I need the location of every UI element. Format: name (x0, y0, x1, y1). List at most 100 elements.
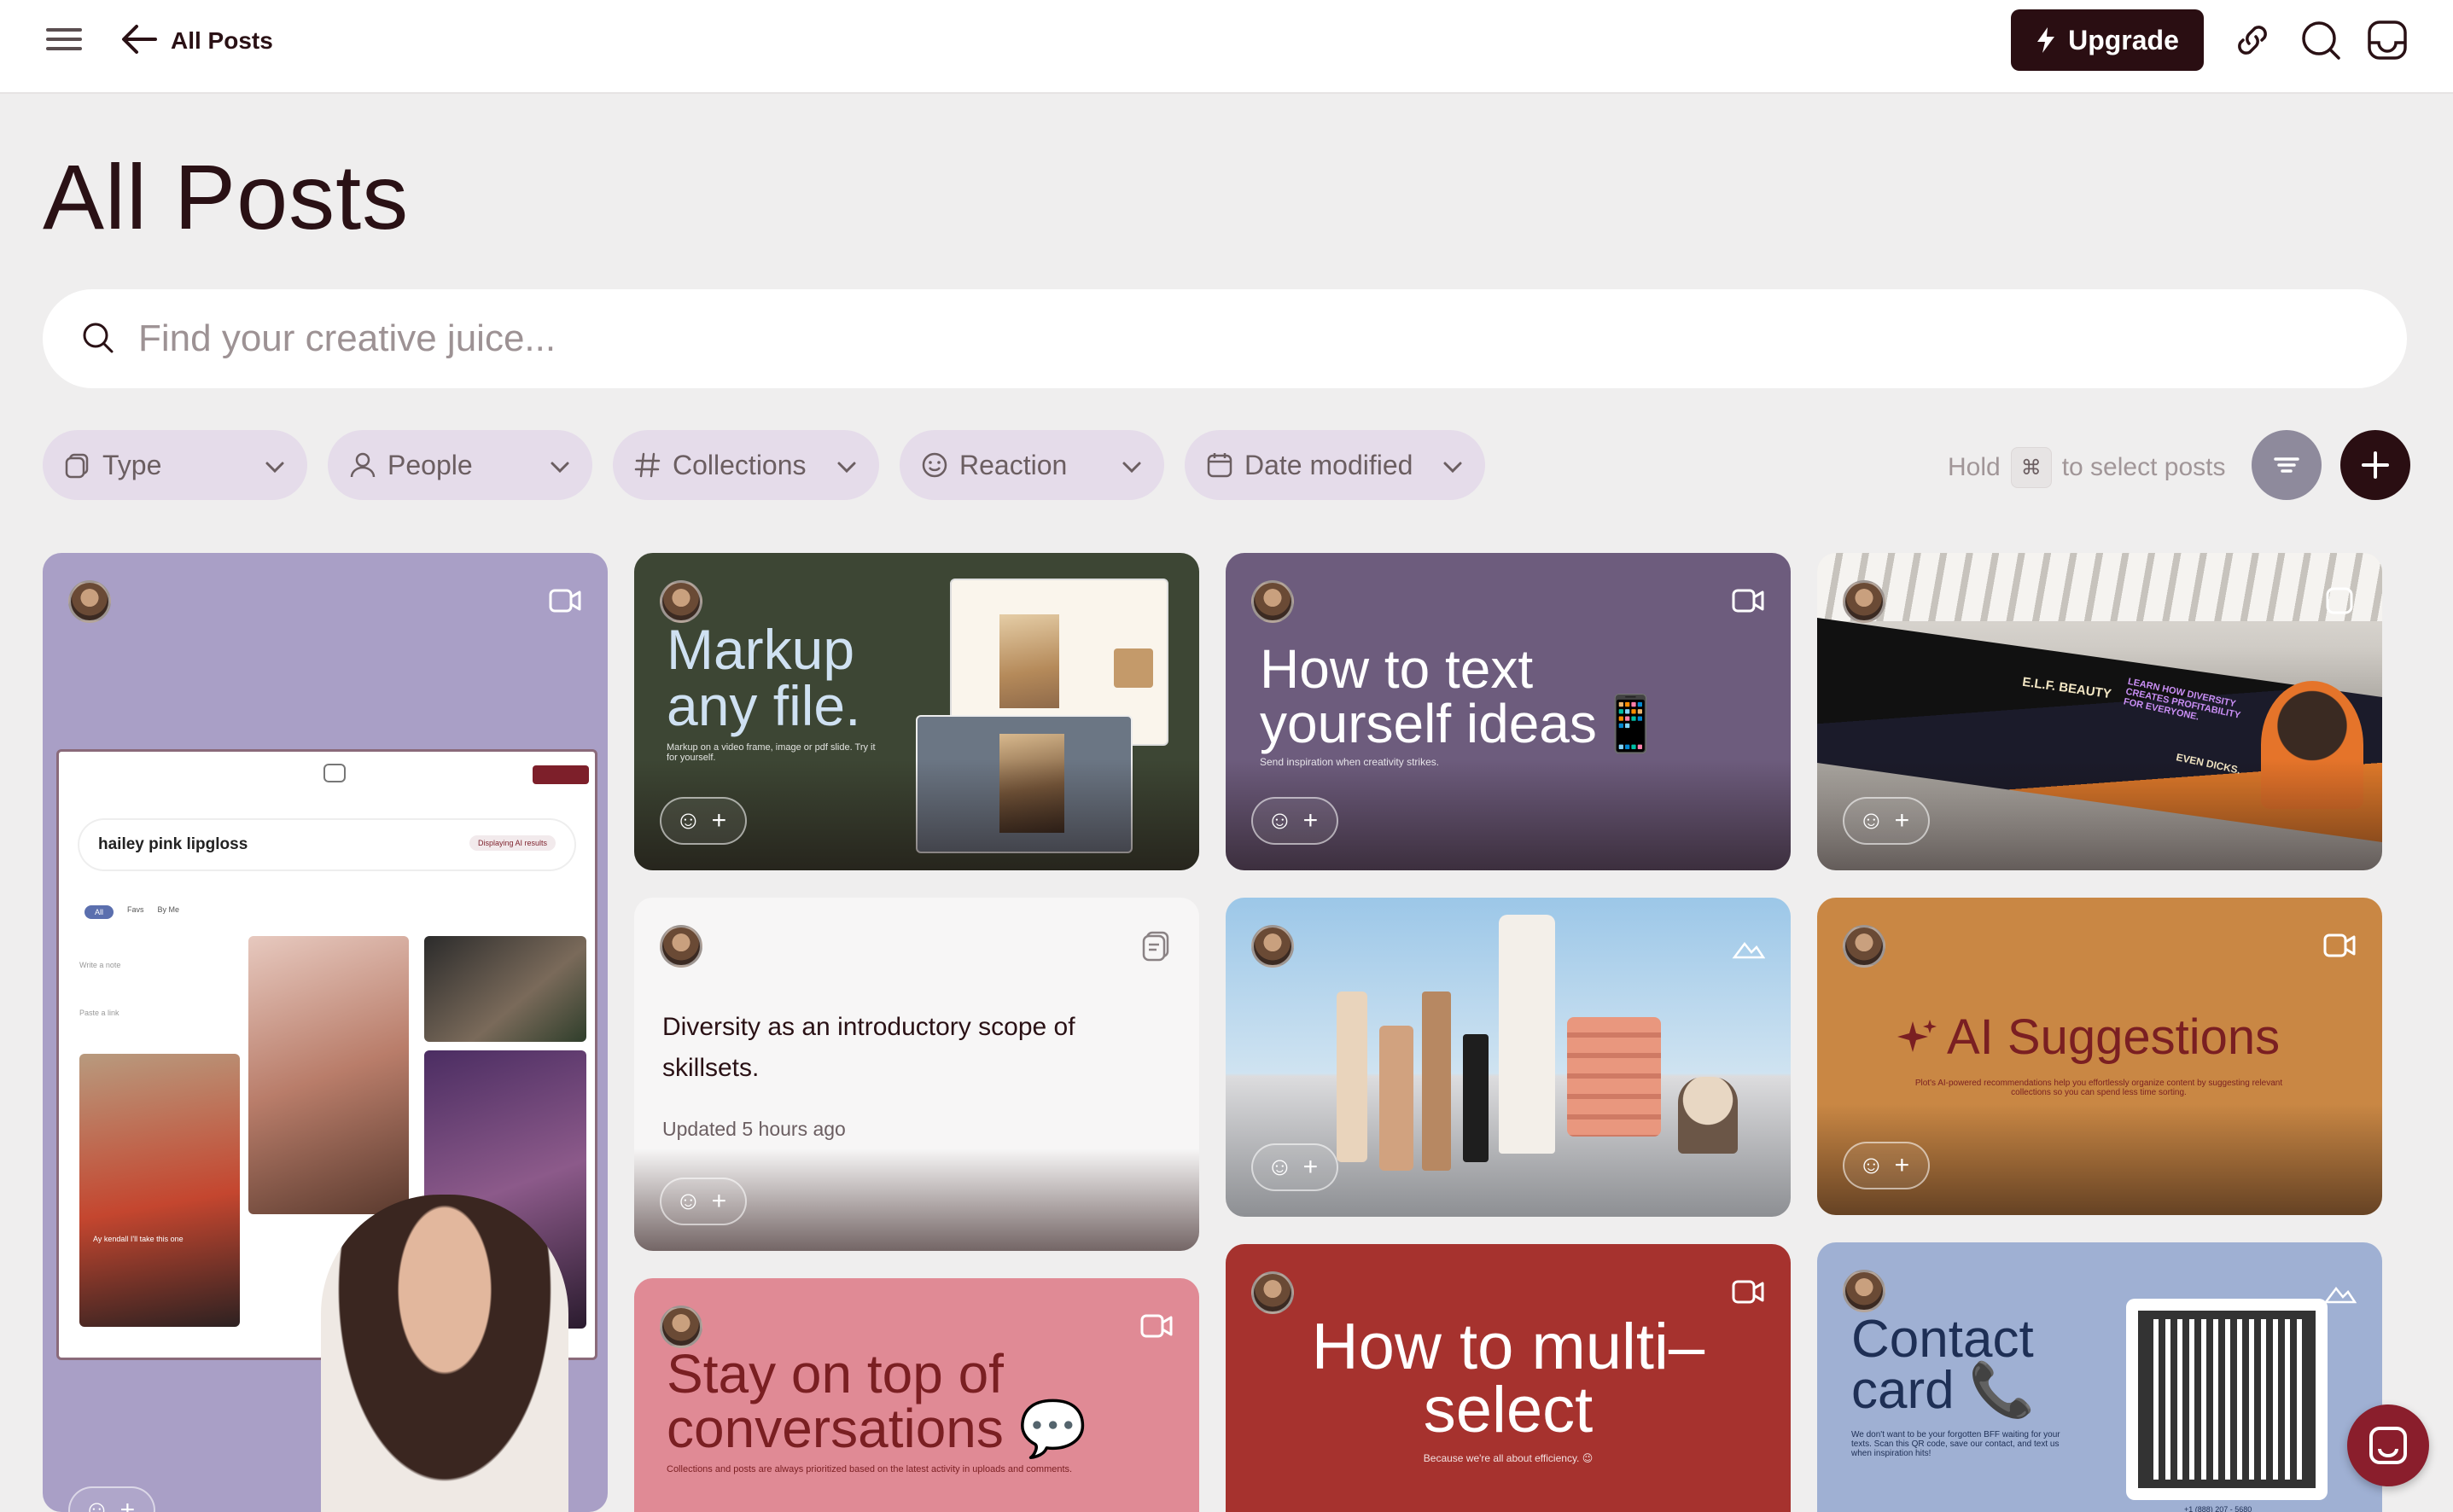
post-card-text-yourself[interactable]: How to text yourself ideas📱 Send inspira… (1226, 553, 1791, 870)
search-icon[interactable] (2299, 19, 2342, 61)
mini-tab-favs: Favs (127, 905, 144, 914)
post-card-multiselect[interactable]: How to multi–select Because we're all ab… (1226, 1244, 1791, 1512)
reaction-plus: + (711, 1187, 727, 1215)
card-title: Contact card 📞 (1851, 1310, 2036, 1420)
hash-icon (633, 451, 662, 480)
add-post-button[interactable] (2340, 430, 2410, 500)
note-text: Diversity as an introductory scope of sk… (662, 1013, 1075, 1082)
card-subtitle: Because we're all about efficiency. 😉 (1423, 1452, 1594, 1464)
smile-icon: ☺ (1858, 1151, 1885, 1179)
search-bar[interactable] (43, 289, 2407, 388)
post-card-ai-suggestions[interactable]: AI Suggestions Plot's AI-powered recomme… (1817, 898, 2382, 1215)
reaction-button[interactable]: ☺ + (660, 1178, 747, 1225)
smile-icon: ☺ (1267, 1153, 1293, 1181)
command-key: ⌘ (2010, 447, 2052, 488)
thumbnail-image (424, 936, 586, 1042)
post-card-billboard[interactable]: E.L.F. BEAUTY LEARN HOW DIVERSITY CREATE… (1817, 553, 2382, 870)
upgrade-button[interactable]: Upgrade (2011, 9, 2204, 71)
post-card-note[interactable]: Diversity as an introductory scope of sk… (634, 898, 1199, 1251)
top-bar: All Posts Upgrade (0, 0, 2453, 94)
post-card-contact[interactable]: Contact card 📞 We don't want to be your … (1817, 1242, 2382, 1512)
card-subtitle: We don't want to be your forgotten BFF w… (1851, 1430, 2060, 1458)
avatar (660, 1306, 702, 1348)
back-arrow-icon[interactable] (119, 22, 159, 56)
smile-icon: ☺ (1267, 806, 1293, 835)
avatar (1843, 580, 1885, 623)
search-icon (80, 320, 116, 356)
filter-collections[interactable]: Collections (613, 430, 879, 500)
filter-collections-label: Collections (673, 450, 807, 480)
reaction-plus: + (1894, 806, 1910, 835)
preview-thumbnail (1114, 648, 1153, 688)
chat-support-button[interactable] (2347, 1404, 2429, 1486)
filter-reaction-label: Reaction (959, 450, 1068, 480)
avatar (1251, 580, 1294, 623)
filter-type[interactable]: Type (43, 430, 307, 500)
sort-filter-button[interactable] (2252, 430, 2322, 500)
lipstick (1463, 1034, 1489, 1162)
avatar (68, 580, 111, 623)
contact-phone: +1 (888) 207 - 5680 (2184, 1505, 2252, 1512)
post-card-cosmetics[interactable]: ☺ + (1226, 898, 1791, 1217)
avatar (1843, 925, 1885, 968)
smile-icon: ☺ (1858, 806, 1885, 835)
video-icon (1731, 584, 1765, 618)
search-input[interactable] (138, 311, 2357, 366)
smile-icon: ☺ (84, 1496, 110, 1512)
post-card-video-search[interactable]: hailey pink lipgloss Displaying AI resul… (43, 553, 608, 1512)
qr-code (2126, 1299, 2328, 1500)
type-icon (63, 451, 92, 480)
menu-icon[interactable] (46, 26, 82, 52)
reaction-plus: + (711, 806, 727, 835)
chevron-down-icon (835, 454, 859, 478)
filter-reaction[interactable]: Reaction (900, 430, 1164, 500)
image-icon (2322, 584, 2357, 618)
post-card-markup[interactable]: Markup any file. Markup on a video frame… (634, 553, 1199, 870)
filter-icon (2274, 457, 2299, 473)
avatar (1251, 1271, 1294, 1314)
brush (1678, 1077, 1738, 1154)
hold-suffix: to select posts (2061, 453, 2226, 481)
ceiling-image (1817, 553, 2382, 621)
person-video-overlay (321, 1195, 568, 1512)
reaction-button[interactable]: ☺ + (1251, 797, 1338, 845)
reaction-button[interactable]: ☺ + (660, 797, 747, 845)
avatar (1843, 1270, 1885, 1312)
inbox-icon[interactable] (2366, 19, 2409, 61)
card-title: Stay on top of conversations 💬 (667, 1343, 1087, 1459)
reaction-button[interactable]: ☺ + (68, 1486, 155, 1512)
post-card-conversations[interactable]: Stay on top of conversations 💬 Collectio… (634, 1278, 1199, 1512)
plus-icon (2362, 451, 2389, 479)
reaction-button[interactable]: ☺ + (1843, 1142, 1930, 1189)
link-icon[interactable] (2231, 19, 2274, 61)
mini-upgrade-icon (533, 765, 589, 784)
note-updated: Updated 5 hours ago (662, 1118, 846, 1140)
video-icon (548, 584, 582, 618)
reaction-plus: + (1302, 806, 1319, 835)
mini-search: hailey pink lipgloss Displaying AI resul… (79, 820, 574, 869)
avatar (1251, 925, 1294, 968)
hold-prefix: Hold (1948, 453, 2001, 481)
card-title: Markup any file. (667, 618, 861, 737)
product-bottle (1379, 1026, 1413, 1171)
chevron-down-icon (548, 454, 572, 478)
video-icon (2322, 928, 2357, 962)
calendar-icon (1205, 451, 1234, 480)
filter-date-modified[interactable]: Date modified (1185, 430, 1485, 500)
card-subtitle: Collections and posts are always priorit… (667, 1464, 1073, 1474)
mini-tabs: All Favs By Me (84, 905, 179, 919)
mini-search-query: hailey pink lipgloss (98, 835, 248, 853)
image-icon (1731, 928, 1766, 962)
breadcrumb[interactable]: All Posts (171, 27, 273, 55)
chat-icon (2369, 1427, 2407, 1464)
smile-icon (920, 451, 949, 480)
reaction-plus: + (1894, 1151, 1910, 1179)
filter-people[interactable]: People (328, 430, 592, 500)
video-icon (1731, 1275, 1765, 1309)
video-caption: Ay kendall I'll take this one (93, 1235, 184, 1243)
reaction-button[interactable]: ☺ + (1251, 1143, 1338, 1191)
mini-action-link: Paste a link (79, 1009, 119, 1017)
avatar (660, 925, 702, 968)
video-icon (1139, 1309, 1174, 1343)
reaction-button[interactable]: ☺ + (1843, 797, 1930, 845)
